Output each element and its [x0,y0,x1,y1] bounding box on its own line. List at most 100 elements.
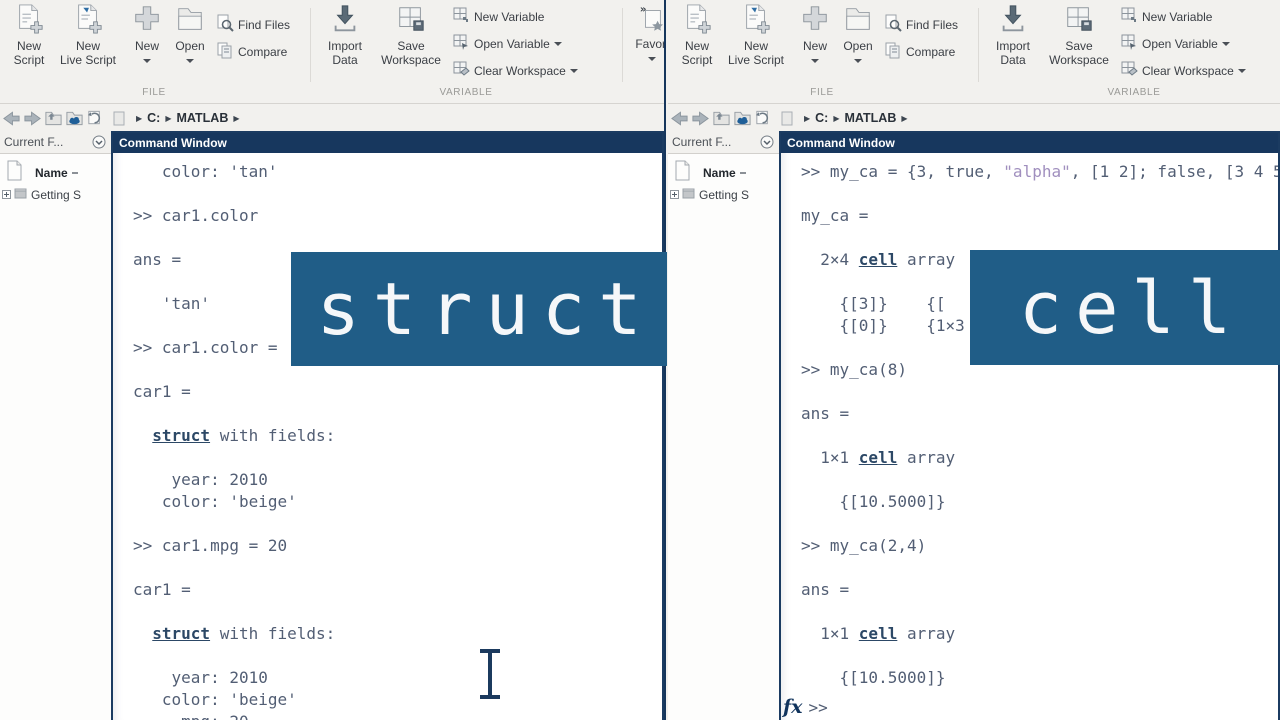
command-window: Command Window >> my_ca = {3, true, "alp… [779,131,1280,720]
forward-icon[interactable] [691,109,710,127]
compare-button[interactable]: Compare [216,41,308,62]
command-line: year: 2010 [133,469,662,491]
find-files-button[interactable]: Find Files [216,14,308,35]
new-label: New [135,39,159,53]
open-variable-icon [452,33,470,54]
clear-workspace-button[interactable]: Clear Workspace [1120,60,1280,81]
folder-cloud-icon[interactable] [65,109,84,127]
import-data-label-1: Import [996,39,1030,53]
current-folder-header[interactable]: Current F... [0,131,111,153]
name-column-header[interactable]: Name [6,160,78,186]
command-window-title[interactable]: Command Window [781,133,1278,153]
new-live-script-button[interactable]: New Live Script [54,3,122,67]
new-live-script-label-2: Live Script [728,53,784,67]
clear-workspace-button[interactable]: Clear Workspace [452,60,620,81]
new-script-button[interactable]: New Script [674,3,720,67]
forward-icon[interactable] [23,109,42,127]
save-workspace-button[interactable]: Save Workspace [1042,3,1116,67]
open-variable-button[interactable]: Open Variable [452,33,620,54]
folder-tree-item[interactable]: Getting S [2,186,81,204]
back-icon[interactable] [2,109,21,127]
new-variable-icon [452,6,470,27]
import-data-icon [318,3,372,38]
new-live-script-label-1: New [76,39,100,53]
open-variable-label: Open Variable [1142,37,1218,51]
command-window-content[interactable]: >> my_ca = {3, true, "alpha", [1 2]; fal… [781,153,1278,720]
current-folder-header[interactable]: Current F... [668,131,779,153]
import-data-button[interactable]: Import Data [318,3,372,67]
folder-up-icon[interactable] [44,109,63,127]
folder-cloud-icon[interactable] [733,109,752,127]
command-line: ans = [801,403,1278,425]
folder-small-icon [14,186,27,204]
save-workspace-button[interactable]: Save Workspace [374,3,448,67]
new-button[interactable]: New [794,3,836,67]
new-document-icon [6,160,23,186]
breadcrumb-arrow-icon: ▶ [804,114,810,123]
new-live-script-button[interactable]: New Live Script [722,3,790,67]
command-line: ans = [801,579,1278,601]
breadcrumb-folder[interactable]: MATLAB [177,111,229,125]
command-line [801,513,1278,535]
import-data-button[interactable]: Import Data [986,3,1040,67]
path-document-icon [113,111,126,126]
find-files-icon [216,14,234,35]
favorites-button[interactable]: » Favori [630,3,666,65]
find-files-button[interactable]: Find Files [884,14,976,35]
open-button[interactable]: Open [168,3,212,67]
new-script-label-2: Script [14,53,45,67]
toolstrip-separator [622,8,623,82]
command-window-title[interactable]: Command Window [113,133,662,153]
command-line [801,469,1278,491]
new-document-icon [674,160,691,186]
clear-workspace-icon [452,60,470,81]
new-script-label-1: New [17,39,41,53]
panel-menu-icon[interactable] [760,135,774,152]
toolstrip: New Script New Live Script [0,0,664,104]
compare-button[interactable]: Compare [884,41,976,62]
import-data-label-2: Data [1000,53,1025,67]
toolstrip: New Script New Live Script [668,0,1280,104]
breadcrumb-arrow-icon: ▶ [901,114,907,123]
expand-icon [670,186,679,204]
new-variable-label: New Variable [1142,10,1212,24]
name-column-label: Name [703,166,736,180]
breadcrumb-drive[interactable]: C: [815,111,828,125]
command-window-content[interactable]: color: 'tan' >> car1.color ans = 'tan' >… [113,153,662,720]
command-line: struct with fields: [133,623,662,645]
new-button[interactable]: New [126,3,168,67]
new-variable-button[interactable]: New Variable [452,6,620,27]
open-button[interactable]: Open [836,3,880,67]
open-dropdown-caret [186,59,194,63]
back-icon[interactable] [670,109,689,127]
command-line [801,601,1278,623]
new-script-button[interactable]: New Script [6,3,52,67]
save-workspace-icon [1042,3,1116,38]
section-label-file: FILE [668,87,976,98]
command-line [801,557,1278,579]
import-data-label-1: Import [328,39,362,53]
open-variable-button[interactable]: Open Variable [1120,33,1280,54]
breadcrumb-drive[interactable]: C: [147,111,160,125]
section-label-file: FILE [0,87,308,98]
new-live-script-label-1: New [744,39,768,53]
name-column-header[interactable]: Name [674,160,746,186]
new-script-label-2: Script [682,53,713,67]
new-variable-button[interactable]: New Variable [1120,6,1280,27]
panel-menu-icon[interactable] [92,135,106,152]
toolstrip-separator [310,8,311,82]
folder-tree-item[interactable]: Getting S [670,186,749,204]
breadcrumb-folder[interactable]: MATLAB [845,111,897,125]
command-line: car1 = [133,381,662,403]
clear-workspace-label: Clear Workspace [474,64,566,78]
fx-icon[interactable]: fx [783,696,803,718]
find-files-label: Find Files [906,18,958,32]
recent-document-icon[interactable] [754,109,773,127]
command-line [133,645,662,667]
save-workspace-label-2: Workspace [381,53,441,67]
folder-up-icon[interactable] [712,109,731,127]
save-workspace-label-1: Save [397,39,424,53]
command-line: my_ca = [801,205,1278,227]
command-line [801,425,1278,447]
recent-document-icon[interactable] [86,109,105,127]
